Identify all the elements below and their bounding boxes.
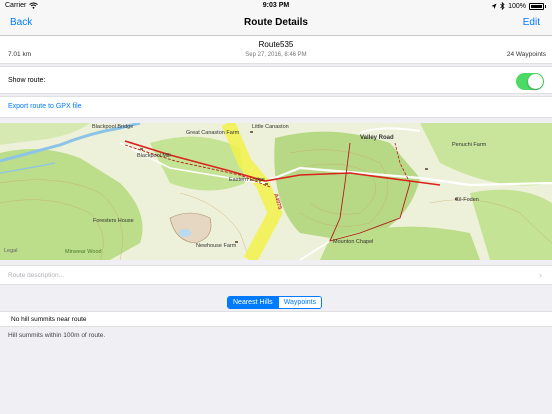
status-bar-right: 100% — [491, 2, 546, 10]
hills-footer-note: Hill summits within 100m of route. — [8, 332, 106, 339]
map-label-penuchi-farm: Penuchi Farm — [452, 142, 487, 148]
battery-icon — [529, 2, 544, 10]
route-map[interactable]: Blackpool Bridge Little Canaston Great C… — [0, 123, 552, 260]
woodland-area — [420, 123, 552, 186]
map-label-blackpool-bridge: Blackpool Bridge — [92, 124, 134, 130]
show-route-label: Show route: — [8, 77, 46, 84]
route-date: Sep 27, 2016, 8:46 PM — [245, 52, 307, 58]
toggle-knob — [528, 74, 543, 89]
map-label-great-canaston-farm: Great Canaston Farm — [186, 130, 240, 136]
minor-road — [359, 127, 421, 134]
map-label-valley-road: Valley Road — [360, 135, 394, 141]
export-cell: Export route to GPX file — [0, 96, 552, 118]
map-label-newhouse-farm: Newhouse Farm — [196, 243, 237, 249]
route-distance: 7.01 km — [8, 51, 32, 58]
route-info-cell: Route535 Sep 27, 2016, 8:46 PM 7.01 km 2… — [0, 36, 552, 64]
map-label-little-canaston: Little Canaston — [252, 124, 289, 130]
route-name: Route535 — [258, 40, 294, 49]
segment-waypoints[interactable]: Waypoints — [277, 297, 322, 308]
export-gpx-button[interactable]: Export route to GPX file — [8, 103, 82, 110]
navigation-bar: Back Route Details Edit — [0, 12, 552, 36]
chevron-right-icon: › — [539, 270, 542, 280]
segmented-control: Nearest Hills Waypoints — [227, 296, 323, 309]
route-description-placeholder: Route description... — [8, 272, 65, 279]
show-route-cell: Show route: — [0, 66, 552, 94]
woodland-area — [0, 149, 143, 260]
battery-percent: 100% — [508, 2, 526, 10]
show-route-toggle[interactable] — [516, 73, 544, 90]
map-label-foresters-house: Foresters House — [93, 218, 134, 224]
map-legal-link[interactable]: Legal — [4, 248, 17, 254]
map-label-mounton-chapel: Mounton Chapel — [333, 239, 374, 245]
map-label-minwear-wood: Minwear Wood — [65, 249, 102, 255]
route-description-cell[interactable]: Route description... › — [0, 265, 552, 285]
page-title: Route Details — [244, 17, 308, 28]
pond — [179, 229, 191, 237]
woodland-area — [0, 123, 90, 145]
status-bar: Carrier 9:03 PM 100% — [0, 0, 552, 12]
battery-tip — [545, 4, 546, 8]
edit-button[interactable]: Edit — [523, 17, 540, 28]
quarry-area — [169, 212, 212, 244]
segment-nearest-hills[interactable]: Nearest Hills — [228, 297, 278, 308]
hills-empty-message: No hill summits near route — [11, 316, 87, 323]
map-label-blackpool-mill: Blackpool Mill — [137, 153, 171, 159]
status-time: 9:03 PM — [262, 2, 290, 9]
woodland-area — [470, 189, 552, 260]
map-label-cil-foden: Cil-Foden — [455, 197, 479, 203]
yellow-road — [221, 123, 283, 260]
bluetooth-icon — [500, 2, 505, 10]
location-arrow-icon — [491, 3, 497, 9]
route-waypoint-count: 24 Waypoints — [506, 51, 546, 58]
map-label-eastern-lodge: Eastern Lodge — [229, 177, 265, 183]
hills-list-row: No hill summits near route — [0, 311, 552, 327]
